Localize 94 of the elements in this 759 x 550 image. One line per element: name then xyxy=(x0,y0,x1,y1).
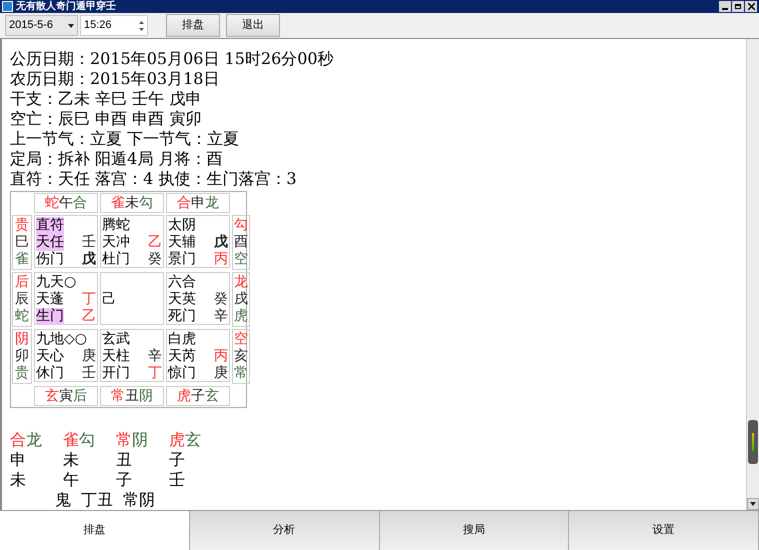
app-icon xyxy=(2,1,13,12)
cell-text: 丙 xyxy=(214,251,228,268)
window-title: 无有散人奇门遁甲穿壬 xyxy=(16,0,116,12)
cell-text: 辛 xyxy=(148,348,162,365)
summary-text: 常阴 xyxy=(123,490,155,510)
info-line: 空亡：辰巳 申酉 申酉 寅卯 xyxy=(10,109,202,129)
cell-text: 天冲 xyxy=(102,234,130,251)
cell-text: 直符 xyxy=(36,217,64,234)
summary-text: 申 xyxy=(10,450,26,470)
info-line: 农历日期：2015年03月18日 xyxy=(10,69,220,89)
palace-label: 龙 戌 虎 xyxy=(232,272,250,327)
cell-text: 玄武 xyxy=(102,331,130,348)
summary-text: 丁丑 xyxy=(81,490,113,510)
palace-label: 玄寅后 xyxy=(34,386,98,406)
cell-text: 九天○ xyxy=(36,274,76,291)
restore-button[interactable] xyxy=(732,1,744,12)
summary-text: 午 xyxy=(63,470,79,490)
cell-text: 天蓬 xyxy=(36,291,64,308)
palace-label: 后 辰 蛇 xyxy=(12,272,32,327)
cell-text: 戊 xyxy=(82,251,96,268)
cell-text: 六合 xyxy=(168,274,196,291)
cell-text: 天芮 xyxy=(168,348,196,365)
cell-text: 丁 xyxy=(148,365,162,382)
palace-label: 虎子玄 xyxy=(166,386,230,406)
info-line: 干支：乙未 辛巳 壬午 戊申 xyxy=(10,89,202,109)
cell-text: 天英 xyxy=(168,291,196,308)
date-dropdown[interactable]: 2015-5-6 xyxy=(5,15,78,36)
summary-text: 未 xyxy=(10,470,26,490)
summary-text: 子 xyxy=(169,450,185,470)
palace-label: 勾 酉 空 xyxy=(232,215,250,270)
info-line: 定局：拆补 阳遁4局 月将：酉 xyxy=(10,149,222,169)
down-arrow-icon xyxy=(750,502,756,506)
palace-label: 贵 巳 雀 xyxy=(12,215,32,270)
summary-text: 鬼 xyxy=(55,490,71,510)
tab[interactable]: 设置 xyxy=(569,511,759,550)
tab[interactable]: 搜局 xyxy=(380,511,570,550)
summary-text: 丑 xyxy=(116,450,132,470)
cell-text: 天辅 xyxy=(168,234,196,251)
cell-text: 乙 xyxy=(82,308,96,325)
info-line: 公历日期：2015年05月06日 15时26分00秒 xyxy=(10,49,334,69)
scrollbar[interactable] xyxy=(746,39,759,510)
cell-text: 壬 xyxy=(82,234,96,251)
summary-text: 子 xyxy=(116,470,132,490)
time-field[interactable]: 15:26 xyxy=(80,15,148,36)
cell-text: 伤门 xyxy=(36,251,64,268)
summary-heading: 合龙 xyxy=(10,430,42,450)
cell-text: 戊 xyxy=(214,234,228,251)
toolbar-button[interactable]: 退出 xyxy=(226,14,280,37)
cell-text: 惊门 xyxy=(168,365,196,382)
info-line: 上一节气：立夏 下一节气：立夏 xyxy=(10,129,240,149)
tab[interactable]: 分析 xyxy=(190,511,380,550)
cell-text: 太阴 xyxy=(168,217,196,234)
close-button[interactable] xyxy=(745,1,757,12)
cell-text: 杜门 xyxy=(102,251,130,268)
cell-text: 天柱 xyxy=(102,348,130,365)
summary-heading: 雀勾 xyxy=(63,430,95,450)
toolbar-button[interactable]: 排盘 xyxy=(166,14,220,37)
cell-text: 景门 xyxy=(168,251,196,268)
summary-text: 未 xyxy=(63,450,79,470)
cell-text: 死门 xyxy=(168,308,196,325)
cell-text: 乙 xyxy=(148,234,162,251)
cell-text: 己 xyxy=(102,290,116,308)
palace-label: 合申 龙 xyxy=(166,193,230,213)
scroll-down-button[interactable] xyxy=(747,498,759,510)
minimize-button[interactable] xyxy=(719,1,731,12)
palace-label: 空 亥 常 xyxy=(232,329,250,384)
cell-text: 癸 xyxy=(148,251,162,268)
palace-label: 雀未勾 xyxy=(100,193,164,213)
cell-text: 天任 xyxy=(36,234,64,251)
cell-text: 丁 xyxy=(82,291,96,308)
cell-text: 休门 xyxy=(36,365,64,382)
summary-heading: 虎玄 xyxy=(169,430,201,450)
palace-label: 常丑阴 xyxy=(100,386,164,406)
cell-text: 辛 xyxy=(214,308,228,325)
palace-label: 蛇午合 xyxy=(34,193,98,213)
info-line: 直符：天任 落宫：4 执使：生门落宫：3 xyxy=(10,169,297,189)
caret-icon xyxy=(68,24,74,28)
summary-text: 壬 xyxy=(169,470,185,490)
cell-text: 生门 xyxy=(36,308,64,325)
cell-text: 庚 xyxy=(214,365,228,382)
palace-label: 阴 卯 贵 xyxy=(12,329,32,384)
cell-text: 腾蛇 xyxy=(102,217,130,234)
cell-text: 九地◇○ xyxy=(36,331,87,348)
summary-heading: 常阴 xyxy=(116,430,148,450)
cell-text: 癸 xyxy=(214,291,228,308)
tab[interactable]: 排盘 xyxy=(0,511,190,550)
cell-text: 天心 xyxy=(36,348,64,365)
scroll-thumb[interactable] xyxy=(748,420,758,464)
cell-text: 丙 xyxy=(214,348,228,365)
spinner-icon[interactable] xyxy=(139,20,144,30)
cell-text: 庚 xyxy=(82,348,96,365)
cell-text: 壬 xyxy=(82,365,96,382)
cell-text: 白虎 xyxy=(168,331,196,348)
cell-text: 开门 xyxy=(102,365,130,382)
